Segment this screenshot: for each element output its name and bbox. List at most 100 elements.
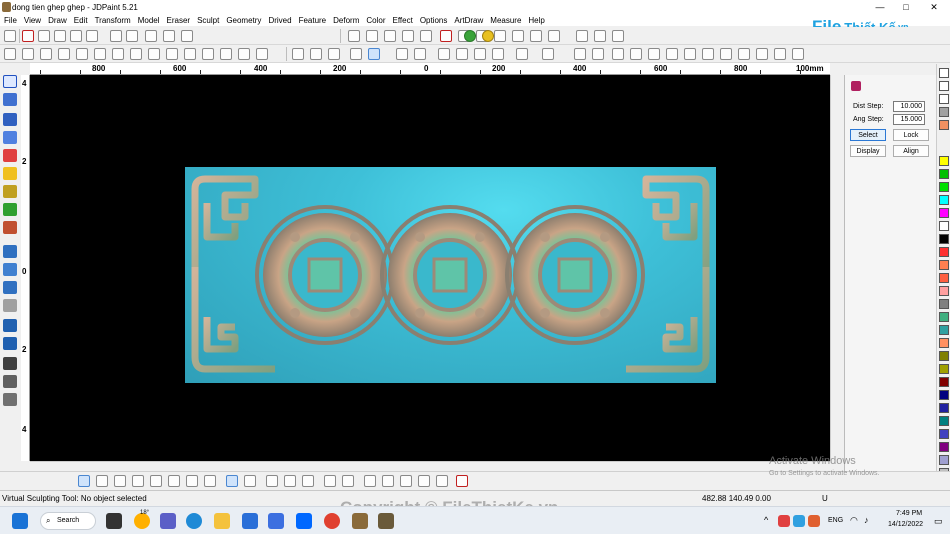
calculator-icon[interactable] — [268, 513, 284, 529]
rect-round-icon[interactable] — [756, 48, 768, 60]
menu-options[interactable]: Options — [420, 16, 448, 25]
snap-polar-icon[interactable] — [244, 475, 256, 487]
polyline-tool-icon[interactable] — [70, 30, 82, 42]
maximize-button[interactable]: □ — [892, 0, 920, 14]
cube-view-icon[interactable] — [542, 48, 554, 60]
zoom-select-icon[interactable] — [3, 281, 17, 294]
paste-icon[interactable] — [148, 48, 160, 60]
vertical-scrollbar[interactable] — [830, 75, 844, 461]
color-swatch[interactable] — [939, 377, 949, 387]
zoom-prev-icon[interactable] — [3, 299, 17, 312]
chamfer-icon[interactable] — [420, 30, 432, 42]
zalo-icon[interactable] — [296, 513, 312, 529]
erase-4-icon[interactable] — [418, 475, 430, 487]
color-swatch[interactable] — [939, 429, 949, 439]
hatch-icon[interactable] — [792, 48, 804, 60]
color-swatch[interactable] — [939, 195, 949, 205]
task-view-icon[interactable] — [106, 513, 122, 529]
copy2-icon[interactable] — [456, 48, 468, 60]
jdpaint2-taskbar-icon[interactable] — [378, 513, 394, 529]
shield2-icon[interactable] — [238, 48, 250, 60]
arc-tool-icon[interactable] — [54, 30, 66, 42]
color-swatch[interactable] — [939, 156, 949, 166]
pan-move-icon[interactable] — [3, 357, 17, 370]
snap-nearest-icon[interactable] — [204, 475, 216, 487]
menu-feature[interactable]: Feature — [299, 16, 327, 25]
pattern-icon[interactable] — [939, 107, 949, 117]
zoom-icon[interactable] — [3, 375, 17, 388]
color-swatch[interactable] — [939, 208, 949, 218]
color-swatch[interactable] — [939, 390, 949, 400]
jdpaint-taskbar-icon[interactable] — [352, 513, 368, 529]
close-red-icon[interactable] — [456, 475, 468, 487]
circle2-tool-icon[interactable] — [181, 30, 193, 42]
undo-icon[interactable] — [396, 48, 408, 60]
refresh-icon[interactable] — [3, 393, 17, 406]
diamond-3-icon[interactable] — [302, 475, 314, 487]
teams-icon[interactable] — [160, 513, 176, 529]
chrome-icon[interactable] — [324, 513, 340, 529]
shield3-icon[interactable] — [256, 48, 268, 60]
sculpt-paint-icon[interactable] — [3, 185, 17, 198]
file-explorer-icon[interactable] — [214, 513, 230, 529]
palette-scroll-up-icon[interactable] — [939, 140, 949, 150]
snap-center-icon[interactable] — [114, 475, 126, 487]
paste2-icon[interactable] — [474, 48, 486, 60]
leader-icon[interactable] — [774, 48, 786, 60]
stretch-icon[interactable] — [366, 30, 378, 42]
close-button[interactable]: ✕ — [920, 0, 948, 14]
menu-view[interactable]: View — [24, 16, 41, 25]
mirror-icon[interactable] — [548, 30, 560, 42]
color-swatch[interactable] — [939, 351, 949, 361]
table-icon[interactable] — [594, 30, 606, 42]
menu-model[interactable]: Model — [138, 16, 160, 25]
copy-icon[interactable] — [130, 48, 142, 60]
redo-icon[interactable] — [414, 48, 426, 60]
color-swatch[interactable] — [939, 182, 949, 192]
tray-app3-icon[interactable] — [808, 515, 820, 527]
knife-2-icon[interactable] — [342, 475, 354, 487]
text-abc-icon[interactable] — [3, 113, 17, 126]
pen-icon[interactable] — [939, 68, 949, 78]
zoom-fit-icon[interactable] — [3, 263, 17, 276]
scale-icon[interactable] — [530, 30, 542, 42]
color-swatch[interactable] — [939, 364, 949, 374]
snap-endpoint-icon[interactable] — [78, 475, 90, 487]
sculpt-select-icon[interactable] — [3, 75, 17, 88]
point-tool-icon[interactable] — [22, 30, 34, 42]
edge-icon[interactable] — [186, 513, 202, 529]
color-swatch[interactable] — [939, 338, 949, 348]
menu-draw[interactable]: Draw — [48, 16, 67, 25]
color-swatch[interactable] — [939, 325, 949, 335]
menu-measure[interactable]: Measure — [490, 16, 521, 25]
color-swatch[interactable] — [939, 234, 949, 244]
erase-3-icon[interactable] — [400, 475, 412, 487]
3d-view-icon[interactable] — [516, 48, 528, 60]
color-swatch[interactable] — [939, 260, 949, 270]
sculpt-smooth-icon[interactable] — [3, 167, 17, 180]
color-swatch[interactable] — [939, 403, 949, 413]
shield5-icon[interactable] — [592, 48, 604, 60]
star-tool-icon[interactable] — [163, 30, 175, 42]
curve-edit-icon[interactable] — [22, 48, 34, 60]
display-button[interactable]: Display — [850, 145, 886, 157]
tray-app2-icon[interactable] — [793, 515, 805, 527]
diamond-2-icon[interactable] — [284, 475, 296, 487]
sculpt-cut-icon[interactable] — [3, 221, 17, 234]
snap-quadrant-icon[interactable] — [168, 475, 180, 487]
menu-color[interactable]: Color — [366, 16, 385, 25]
no-color-icon[interactable] — [939, 81, 949, 91]
color-swatch[interactable] — [939, 273, 949, 283]
lock-button[interactable]: Lock — [893, 129, 929, 141]
snap-intersection-icon[interactable] — [132, 475, 144, 487]
cut-icon[interactable] — [438, 48, 450, 60]
node-edit-icon[interactable] — [4, 48, 16, 60]
snap-grid-icon[interactable] — [226, 475, 238, 487]
sculpt-target-icon[interactable] — [3, 149, 17, 162]
align-left-icon[interactable] — [76, 48, 88, 60]
menu-effect[interactable]: Effect — [393, 16, 413, 25]
view-3d-icon[interactable] — [3, 319, 17, 332]
grid-icon[interactable] — [166, 48, 178, 60]
menu-artdraw[interactable]: ArtDraw — [454, 16, 483, 25]
notifications-icon[interactable]: ▭ — [934, 516, 943, 527]
